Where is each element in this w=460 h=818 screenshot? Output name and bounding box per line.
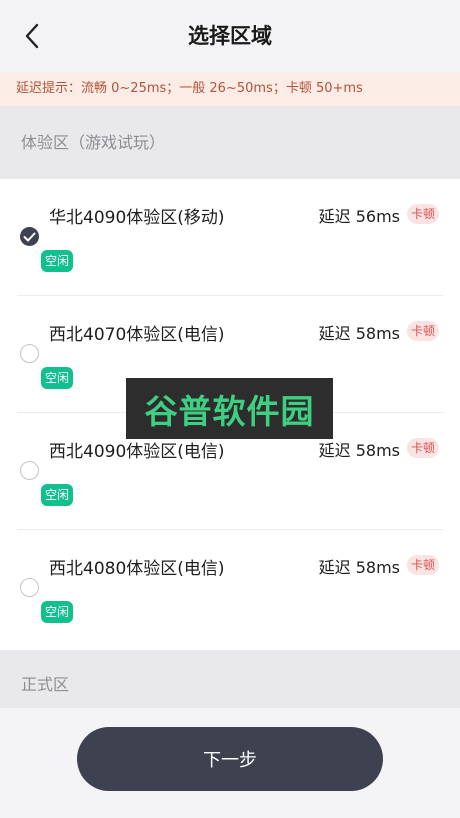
status-badge: 空闲	[41, 367, 74, 389]
status-badge: 空闲	[41, 250, 74, 272]
server-latency: 延迟 58ms	[318, 441, 400, 460]
page-title: 选择区域	[188, 24, 272, 48]
lag-badge: 卡顿	[406, 555, 439, 575]
lag-badge: 卡顿	[406, 438, 439, 458]
watermark-logo: 谷普软件园	[126, 378, 333, 439]
latency-tip: 延迟提示：流畅 0~25ms；一般 26~50ms；卡顿 50+ms	[0, 72, 460, 106]
header-bar: 选择区域	[0, 0, 460, 72]
server-row[interactable]: 华北4090体验区(移动) 延迟 56ms 卡顿 空闲	[0, 179, 460, 296]
server-latency: 延迟 58ms	[318, 558, 400, 577]
radio-unchecked-icon[interactable]	[20, 344, 39, 363]
server-latency: 延迟 56ms	[318, 207, 400, 226]
server-name: 西北4080体验区(电信)	[49, 559, 225, 579]
lag-badge: 卡顿	[406, 204, 439, 224]
status-badge: 空闲	[41, 484, 74, 506]
server-latency: 延迟 58ms	[318, 324, 400, 343]
section-header-trial: 体验区（游戏试玩）	[0, 106, 460, 179]
status-badge: 空闲	[41, 601, 74, 623]
lag-badge: 卡顿	[406, 321, 439, 341]
radio-unchecked-icon[interactable]	[20, 578, 39, 597]
radio-checked-icon[interactable]	[20, 227, 39, 246]
server-name: 西北4090体验区(电信)	[49, 442, 225, 462]
section-header-formal: 正式区	[0, 650, 460, 708]
next-button[interactable]: 下一步	[77, 727, 383, 791]
server-name: 华北4090体验区(移动)	[49, 208, 225, 228]
radio-unchecked-icon[interactable]	[20, 461, 39, 480]
server-row[interactable]: 西北4080体验区(电信) 延迟 58ms 卡顿 空闲	[0, 530, 460, 647]
server-name: 西北4070体验区(电信)	[49, 325, 225, 345]
